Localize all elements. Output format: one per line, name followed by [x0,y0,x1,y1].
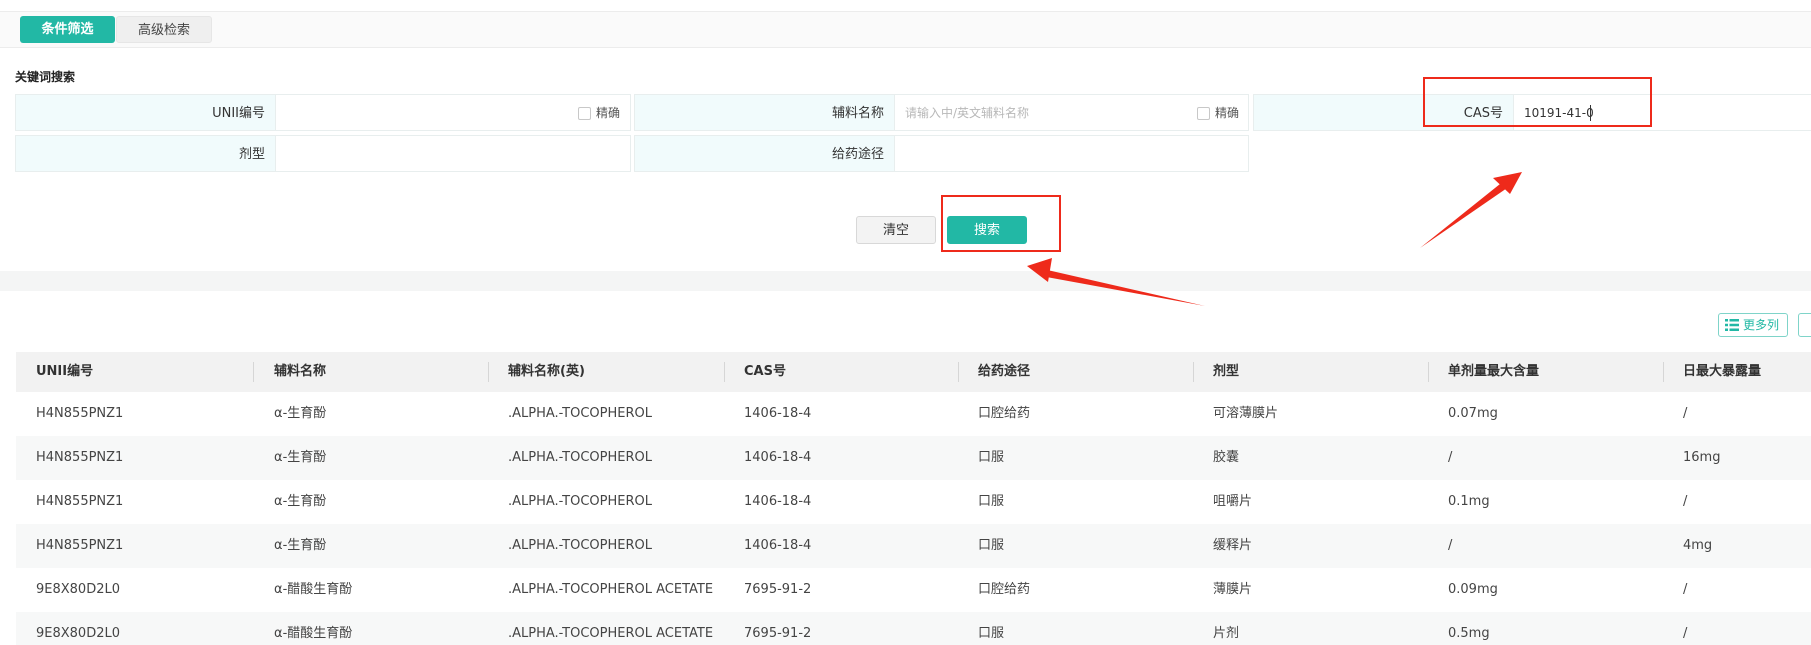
app-root: 条件筛选 高级检索 关键词搜索 UNII编号 精确 辅料名称 请输入中/英文辅料… [0,0,1811,645]
arrow-to-search-icon [1027,258,1205,306]
annotation-arrows [1027,172,1522,306]
arrow-to-cas-icon [1420,172,1522,248]
